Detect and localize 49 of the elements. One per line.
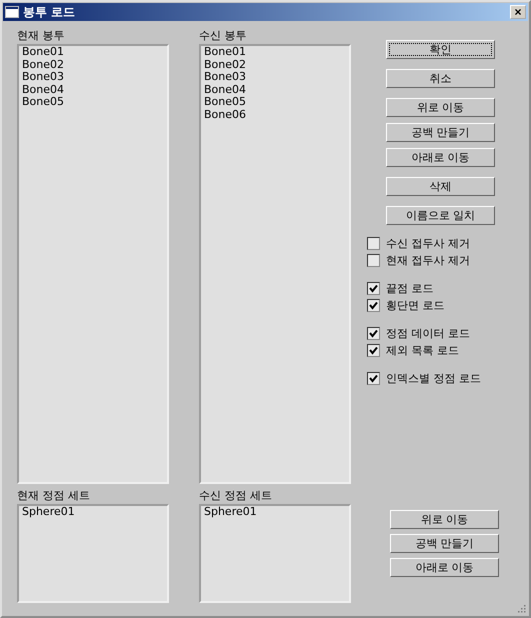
list-item[interactable]: Bone01: [204, 46, 246, 58]
dialog-button[interactable]: 확인: [386, 40, 495, 59]
dialog-button[interactable]: 공백 만들기: [390, 534, 499, 553]
list-item[interactable]: Bone06: [204, 108, 246, 121]
list-item[interactable]: Sphere01: [204, 506, 257, 518]
resize-grip-icon[interactable]: [516, 603, 526, 613]
list-box[interactable]: Bone01 Bone02 Bone03 Bone04 Bone05: [17, 44, 169, 484]
list-item[interactable]: Bone03: [204, 71, 246, 84]
list-item[interactable]: Bone05: [22, 96, 64, 108]
window-title: 봉투 로드: [23, 4, 76, 20]
dialog-button[interactable]: 아래로 이동: [390, 558, 499, 577]
checkbox[interactable]: [367, 282, 380, 294]
list-item[interactable]: Sphere01: [22, 506, 75, 518]
list-item[interactable]: Bone04: [22, 84, 64, 96]
dialog-button[interactable]: 취소: [386, 69, 495, 88]
list-label: 수신 봉투: [199, 28, 248, 44]
checkbox-label: 정점 데이터 로드: [386, 326, 470, 340]
dialog-button[interactable]: 위로 이동: [390, 510, 499, 529]
list-box[interactable]: Sphere01: [17, 504, 169, 603]
list-box[interactable]: Bone01 Bone02 Bone03 Bone04 Bone05 Bone06: [199, 44, 351, 484]
list-label: 수신 정점 세트: [199, 488, 273, 504]
window-icon: [5, 6, 19, 18]
dialog-button[interactable]: 공백 만들기: [386, 123, 495, 142]
checkbox[interactable]: [367, 372, 380, 384]
list-item[interactable]: Bone01: [22, 46, 64, 58]
checkbox-label: 횡단면 로드: [386, 298, 444, 312]
checkbox[interactable]: [367, 254, 380, 266]
dialog-button[interactable]: 이름으로 일치: [386, 206, 495, 225]
list-box[interactable]: Sphere01: [199, 504, 351, 603]
list-item[interactable]: Bone02: [204, 58, 246, 71]
dialog-button[interactable]: 위로 이동: [386, 98, 495, 117]
list-label: 현재 정점 세트: [17, 488, 91, 504]
list-label: 현재 봉투: [17, 28, 66, 44]
checkbox-label: 제외 목록 로드: [386, 342, 459, 358]
checkbox[interactable]: [367, 326, 380, 340]
checkbox[interactable]: [367, 236, 380, 250]
dialog-button[interactable]: 삭제: [386, 177, 495, 196]
checkbox[interactable]: [367, 344, 380, 356]
checkbox-label: 현재 접두사 제거: [386, 252, 470, 268]
list-item[interactable]: Bone05: [204, 96, 246, 108]
list-item[interactable]: Bone03: [22, 71, 64, 84]
checkbox-label: 끝점 로드: [386, 280, 434, 296]
checkbox-label: 수신 접두사 제거: [386, 236, 470, 250]
dialog-button[interactable]: 아래로 이동: [386, 148, 495, 167]
checkbox-label: 인덱스별 정점 로드: [386, 370, 481, 386]
list-item[interactable]: Bone02: [22, 58, 64, 71]
close-button[interactable]: ×: [510, 5, 526, 19]
list-item[interactable]: Bone04: [204, 84, 246, 96]
checkbox[interactable]: [367, 298, 380, 312]
